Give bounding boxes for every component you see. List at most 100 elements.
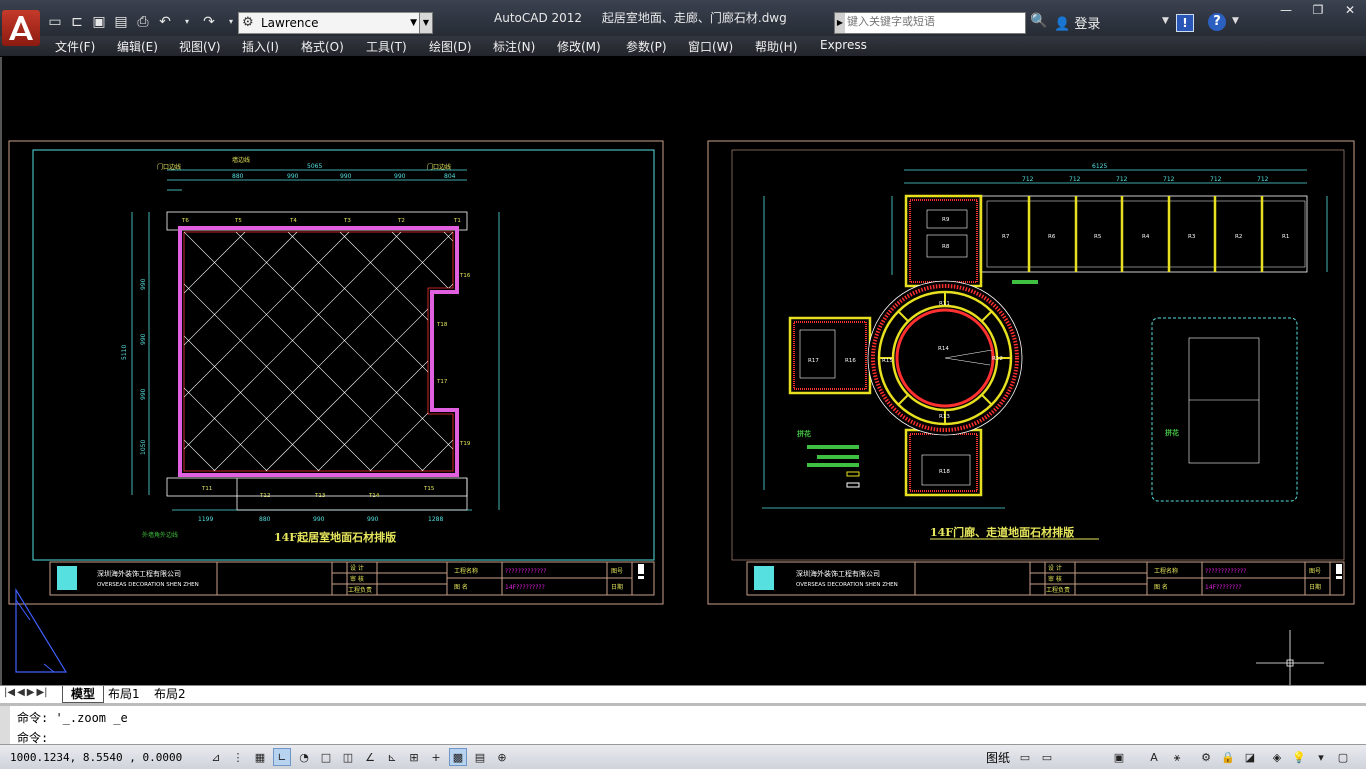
tile-label: T6 (181, 218, 189, 224)
menu-help[interactable]: 帮助(H) (755, 38, 797, 55)
lightbulb-icon[interactable]: 💡 (1290, 748, 1308, 766)
menu-express[interactable]: Express (820, 38, 867, 52)
help-icon[interactable]: ? (1208, 13, 1226, 31)
lineweight-icon[interactable]: + (427, 748, 445, 766)
save-icon[interactable]: ▣ (90, 13, 108, 31)
minimize-icon[interactable]: — (1270, 0, 1302, 20)
tile-label: T13 (314, 493, 326, 499)
tile-label: T14 (368, 493, 380, 499)
undo-dropdown-icon[interactable]: ▾ (178, 13, 196, 31)
paper-space-label[interactable]: 图纸 (986, 749, 1010, 766)
search-expand-icon[interactable]: ▶ (835, 13, 845, 33)
menu-edit[interactable]: 编辑(E) (117, 38, 158, 55)
dim-top-5: 804 (444, 173, 456, 180)
company-name-en: OVERSEAS DECORATION SHEN ZHEN (97, 582, 199, 588)
open-file-icon[interactable]: ⊏ (68, 13, 86, 31)
workspace-switching-icon[interactable]: ⚙ (1197, 748, 1215, 766)
toolbar-customize-dropdown[interactable]: ▼ (419, 12, 433, 34)
undo-icon[interactable]: ↶ (156, 13, 174, 31)
last-tab-icon[interactable]: ▶| (36, 687, 47, 698)
dim-top-2: 990 (287, 173, 299, 180)
hardware-acceleration-icon[interactable]: ◪ (1241, 748, 1259, 766)
grid-display-icon[interactable]: ▦ (251, 748, 269, 766)
menu-parametric[interactable]: 参数(P) (626, 38, 667, 55)
menu-file[interactable]: 文件(F) (55, 38, 95, 55)
quick-view-drawings-icon[interactable]: ▭ (1038, 748, 1056, 766)
redo-icon[interactable]: ↷ (200, 13, 218, 31)
menu-window[interactable]: 窗口(W) (688, 38, 733, 55)
login-button[interactable]: 👤 登录 (1054, 13, 1100, 32)
polar-tracking-icon[interactable]: ◔ (295, 748, 313, 766)
dim-side-3: 990 (140, 388, 147, 400)
menu-tools[interactable]: 工具(T) (366, 38, 407, 55)
next-tab-icon[interactable]: ▶ (27, 687, 35, 698)
status-menu-icon[interactable]: ▾ (1312, 748, 1330, 766)
quick-properties-icon[interactable]: ▤ (471, 748, 489, 766)
dynamic-input-icon[interactable]: ⊞ (405, 748, 423, 766)
maximize-viewport-icon[interactable]: ▣ (1110, 748, 1128, 766)
maximize-icon[interactable]: ❐ (1302, 0, 1334, 20)
transparency-icon[interactable]: ▩ (449, 748, 467, 766)
isolate-objects-icon[interactable]: ◈ (1268, 748, 1286, 766)
annotation-visibility-icon[interactable]: ⚹ (1168, 748, 1186, 766)
menu-format[interactable]: 格式(O) (301, 38, 344, 55)
lock-ui-icon[interactable]: 🔒 (1219, 748, 1237, 766)
command-line: 命令: '_.zoom _e 命令: (0, 703, 1366, 745)
ortho-mode-icon[interactable]: ∟ (273, 748, 291, 766)
tab-navigation: |◀ ◀ ▶ ▶| (4, 687, 48, 698)
tile-label: T5 (234, 218, 242, 224)
command-line-grip[interactable] (0, 706, 10, 744)
window-controls: — ❐ ✕ (1270, 0, 1366, 20)
drawing-canvas[interactable]: 深圳海外装饰工程有限公司 OVERSEAS DECORATION SHEN ZH… (0, 57, 1366, 685)
room-label: R18 (939, 469, 950, 475)
tab-model[interactable]: 模型 (62, 686, 105, 703)
command-input[interactable] (62, 728, 1342, 743)
menu-modify[interactable]: 修改(M) (557, 38, 601, 55)
print-icon[interactable]: ⎙ (134, 13, 152, 31)
object-snap-tracking-icon[interactable]: ∠ (361, 748, 379, 766)
workspace-selector[interactable]: ⚙ Lawrence ▼ (238, 12, 420, 34)
dim-top: 712 (1163, 176, 1175, 183)
save-as-icon[interactable]: ▤ (112, 13, 130, 31)
coordinate-readout[interactable]: 1000.1234, 8.5540 , 0.0000 (10, 751, 182, 764)
company-logo-icon (754, 566, 774, 590)
note-wall: 墙边线 (232, 156, 250, 164)
first-tab-icon[interactable]: |◀ (4, 687, 15, 698)
clean-screen-icon[interactable]: ▢ (1334, 748, 1352, 766)
menu-draw[interactable]: 绘图(D) (429, 38, 472, 55)
dim-bottom-5: 1288 (428, 516, 443, 523)
quick-view-layouts-icon[interactable]: ▭ (1016, 748, 1034, 766)
selection-cycling-icon[interactable]: ⊕ (493, 748, 511, 766)
help-dropdown-icon[interactable]: ▼ (1232, 16, 1239, 26)
room-label: R17 (808, 358, 819, 364)
tb-project-value: ????????????? (505, 568, 546, 575)
snap-mode-icon[interactable]: ⋮ (229, 748, 247, 766)
menu-dimension[interactable]: 标注(N) (493, 38, 535, 55)
room-label: R6 (1048, 234, 1056, 240)
note-outer-wall: 外墙角外边线 (142, 531, 178, 539)
annotation-scale-icon[interactable]: A (1145, 748, 1163, 766)
application-menu-button[interactable] (2, 10, 40, 46)
menu-view[interactable]: 视图(V) (179, 38, 221, 55)
chevron-down-icon: ▼ (410, 18, 417, 28)
menu-insert[interactable]: 插入(I) (242, 38, 279, 55)
infer-constraints-icon[interactable]: ⊿ (207, 748, 225, 766)
room-label: R12 (992, 356, 1003, 362)
tb-drawing-label: 图 名 (1154, 583, 1168, 591)
new-file-icon[interactable]: ▭ (46, 13, 64, 31)
dynamic-ucs-icon[interactable]: ⊾ (383, 748, 401, 766)
close-icon[interactable]: ✕ (1334, 0, 1366, 20)
company-name-cn: 深圳海外装饰工程有限公司 (97, 569, 181, 578)
exchange-icon[interactable]: ! (1176, 14, 1194, 32)
search-input[interactable] (847, 14, 1021, 30)
binoculars-search-icon[interactable]: 🔍 (1030, 13, 1047, 29)
3d-object-snap-icon[interactable]: ◫ (339, 748, 357, 766)
tab-layout2[interactable]: 布局2 (146, 686, 194, 702)
prev-tab-icon[interactable]: ◀ (17, 687, 25, 698)
object-snap-icon[interactable]: □ (317, 748, 335, 766)
login-dropdown-icon[interactable]: ▼ (1162, 16, 1169, 26)
company-logo-icon (57, 566, 77, 590)
tab-layout1[interactable]: 布局1 (100, 686, 148, 702)
tb-no-label: 图号 (1309, 568, 1321, 575)
tile-label: T3 (343, 218, 351, 224)
